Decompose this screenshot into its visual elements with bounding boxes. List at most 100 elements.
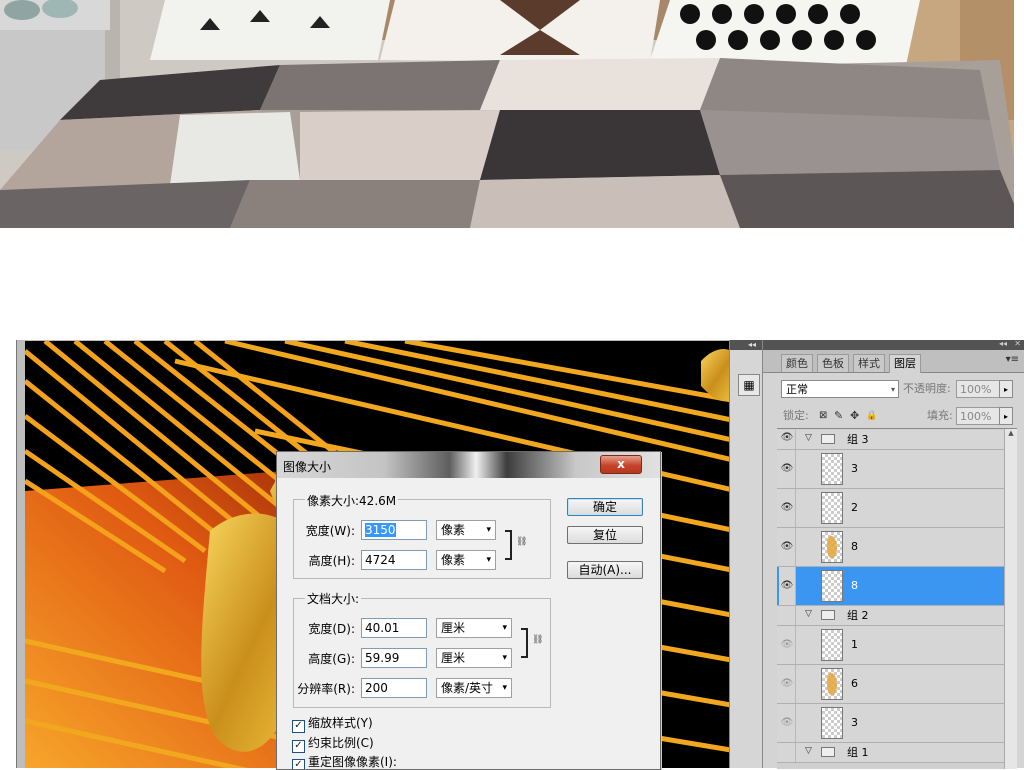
layer-row[interactable]: 👁 3 — [777, 704, 1004, 743]
dialog-close-button[interactable]: x — [600, 455, 642, 474]
lock-all-icon[interactable]: 🔒 — [866, 407, 877, 425]
tab-color[interactable]: 颜色 — [781, 354, 813, 372]
layer-name: 8 — [851, 540, 858, 553]
panel-collapse-icon[interactable]: ◂◂ — [999, 339, 1007, 348]
fill-input[interactable]: 100% — [956, 407, 1000, 425]
chevron-down-icon: ▾ — [486, 555, 491, 565]
expand-triangle-icon[interactable]: ▽ — [805, 433, 812, 443]
auto-button[interactable]: 自动(A)... — [567, 561, 643, 579]
pixel-width-unit: 像素 — [441, 523, 466, 537]
layer-group-2[interactable]: ▽ 组 2 — [777, 606, 1004, 626]
resolution-unit-select[interactable]: 像素/英寸 ▾ — [436, 678, 512, 698]
layer-row[interactable]: 👁 2 — [777, 489, 1004, 528]
fill-label: 填充: — [927, 409, 953, 422]
panel-menu-icon[interactable]: ▾≡ — [1006, 354, 1019, 365]
layer-row[interactable]: 👁 6 — [777, 665, 1004, 704]
pixel-width-label: 宽度(W): — [305, 524, 355, 538]
layer-thumbnail — [821, 570, 843, 602]
pixel-height-label: 高度(H): — [308, 554, 355, 568]
eye-icon[interactable]: 👁 — [780, 540, 794, 554]
layer-row[interactable]: 👁 8 — [777, 528, 1004, 567]
doc-width-input[interactable]: 40.01 — [361, 618, 427, 638]
tab-styles[interactable]: 样式 — [853, 354, 885, 372]
eye-icon[interactable]: 👁 — [780, 462, 794, 476]
doc-link-bracket — [521, 628, 528, 658]
opacity-label: 不透明度: — [903, 382, 951, 395]
layer-thumbnail — [821, 668, 843, 700]
expand-triangle-icon[interactable]: ▽ — [805, 609, 812, 619]
constrain-proportions-label: 约束比例(C) — [308, 736, 374, 750]
tab-swatches[interactable]: 色板 — [817, 354, 849, 372]
tab-layers[interactable]: 图层 — [889, 354, 921, 373]
lock-brush-icon[interactable]: ✎ — [834, 407, 843, 425]
ok-button[interactable]: 确定 — [567, 498, 643, 516]
pixel-width-input[interactable]: 3150 — [361, 520, 427, 540]
layers-panel: ◂◂ ✕ 颜色 色板 样式 图层 ▾≡ 正常 ▾ 不透明度: 100% ▸ 锁定… — [762, 339, 1024, 769]
layer-name: 6 — [851, 677, 858, 690]
layer-name: 组 1 — [847, 746, 869, 759]
visibility-toggle[interactable] — [779, 606, 796, 625]
history-panel-icon[interactable]: ▦ — [738, 374, 760, 396]
document-size-legend: 文档大小: — [305, 590, 362, 607]
layer-name: 1 — [851, 638, 858, 651]
doc-height-input[interactable]: 59.99 — [361, 648, 427, 668]
lock-label: 锁定: — [783, 409, 809, 422]
constrain-proportions-checkbox[interactable]: ✓ 约束比例(C) — [292, 736, 374, 753]
folder-icon — [821, 434, 835, 444]
expand-triangle-icon[interactable]: ▽ — [805, 746, 812, 756]
panel-close-icon[interactable]: ✕ — [1014, 339, 1021, 348]
chevron-down-icon: ▾ — [486, 525, 491, 535]
folder-icon — [821, 610, 835, 620]
checkbox-box[interactable]: ✓ — [292, 759, 305, 769]
pixel-height-unit: 像素 — [441, 553, 466, 567]
eye-icon[interactable]: 👁 — [780, 432, 794, 443]
eye-icon[interactable]: 👁 — [780, 501, 794, 515]
eye-icon[interactable]: 👁 — [780, 579, 794, 593]
layer-row[interactable]: 👁 3 — [777, 450, 1004, 489]
doc-height-label: 高度(G): — [308, 652, 355, 666]
chevron-down-icon: ▾ — [502, 623, 507, 633]
pixel-width-unit-select[interactable]: 像素 ▾ — [436, 520, 496, 540]
layer-row[interactable]: 👁 1 — [777, 626, 1004, 665]
layer-row-selected[interactable]: 👁 8 — [777, 567, 1004, 606]
doc-height-unit: 厘米 — [441, 651, 466, 665]
layer-thumbnail — [821, 531, 843, 563]
chain-link-icon: ⛓ — [516, 537, 528, 547]
chevron-down-icon: ▾ — [502, 683, 507, 693]
layers-scrollbar[interactable]: ▲ — [1004, 429, 1017, 769]
checkbox-box[interactable]: ✓ — [292, 740, 305, 753]
layer-name: 8 — [851, 579, 858, 592]
lock-transparent-icon[interactable]: ⊠ — [819, 407, 827, 425]
scale-styles-label: 缩放样式(Y) — [308, 716, 373, 730]
layer-thumbnail — [821, 492, 843, 524]
eye-icon[interactable]: 👁 — [780, 638, 794, 652]
doc-width-label: 宽度(D): — [308, 622, 355, 636]
layer-thumbnail — [821, 629, 843, 661]
doc-height-unit-select[interactable]: 厘米 ▾ — [436, 648, 512, 668]
scroll-up-icon[interactable]: ▲ — [1005, 429, 1017, 437]
reset-button[interactable]: 复位 — [567, 526, 643, 544]
resolution-unit: 像素/英寸 — [441, 681, 494, 695]
resample-label: 重定图像像素(I): — [308, 755, 397, 769]
scale-styles-checkbox[interactable]: ✓ 缩放样式(Y) — [292, 716, 373, 733]
pixel-height-unit-select[interactable]: 像素 ▾ — [436, 550, 496, 570]
checkbox-box[interactable]: ✓ — [292, 720, 305, 733]
layer-name: 3 — [851, 716, 858, 729]
blend-mode-select[interactable]: 正常 ▾ — [781, 380, 899, 398]
pixel-link-bracket — [505, 530, 512, 560]
layer-name: 2 — [851, 501, 858, 514]
doc-width-unit-select[interactable]: 厘米 ▾ — [436, 618, 512, 638]
image-size-dialog: 图像大小 x 像素大小:42.6M 宽度(W): 3150 像素 ▾ 高度(H):… — [276, 451, 661, 770]
lock-move-icon[interactable]: ✥ — [850, 407, 859, 425]
layer-group-1[interactable]: ▽ 组 1 — [777, 743, 1004, 763]
eye-icon[interactable]: 👁 — [780, 677, 794, 691]
eye-icon[interactable]: 👁 — [780, 716, 794, 730]
pixel-height-input[interactable]: 4724 — [361, 550, 427, 570]
resolution-input[interactable]: 200 — [361, 678, 427, 698]
fill-arrow-button[interactable]: ▸ — [999, 407, 1013, 425]
layer-group-3[interactable]: 👁 ▽ 组 3 — [777, 430, 1004, 450]
dialog-titlebar[interactable]: 图像大小 x — [277, 452, 660, 478]
opacity-input[interactable]: 100% — [956, 380, 1000, 398]
opacity-arrow-button[interactable]: ▸ — [999, 380, 1013, 398]
visibility-toggle[interactable] — [779, 743, 796, 762]
